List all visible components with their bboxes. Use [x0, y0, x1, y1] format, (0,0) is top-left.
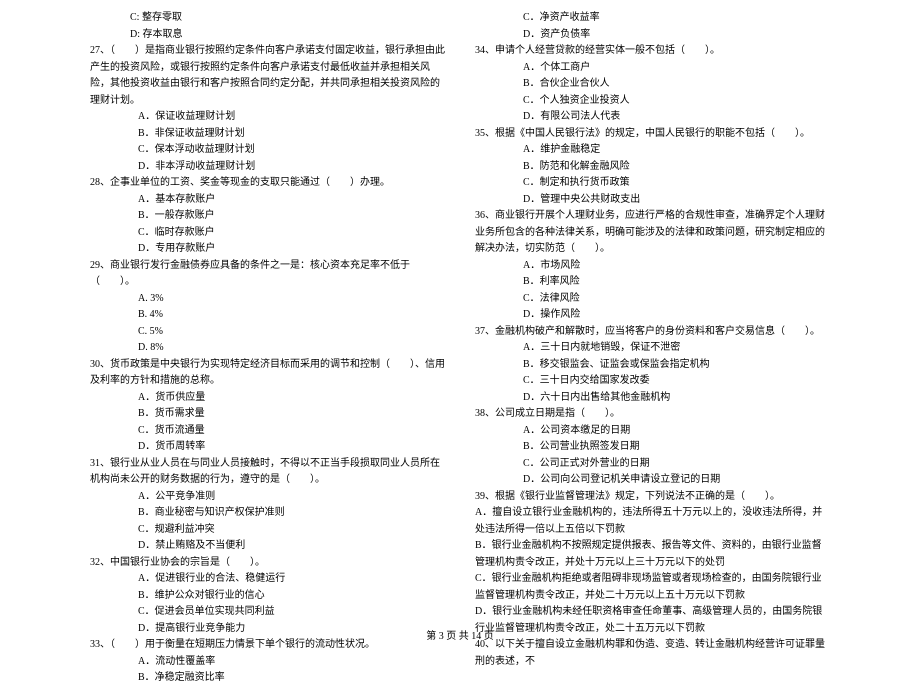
- option-text: C. 5%: [90, 324, 445, 341]
- option-text: C．法律风险: [475, 291, 830, 308]
- option-text: B．合伙企业合伙人: [475, 76, 830, 93]
- option-text: D．非本浮动收益理财计划: [90, 159, 445, 176]
- option-text: B. 4%: [90, 307, 445, 324]
- option-text: B．维护公众对银行业的信心: [90, 588, 445, 605]
- option-text: A．促进银行业的合法、稳健运行: [90, 571, 445, 588]
- option-text: D．六十日内出售给其他金融机构: [475, 390, 830, 407]
- option-text: C: 整存零取: [90, 10, 445, 27]
- option-text: A．维护金融稳定: [475, 142, 830, 159]
- option-text: B．商业秘密与知识产权保护准则: [90, 505, 445, 522]
- option-text: B．非保证收益理财计划: [90, 126, 445, 143]
- option-text: A．个体工商户: [475, 60, 830, 77]
- option-text: B．净稳定融资比率: [90, 670, 445, 687]
- option-text: B．货币需求量: [90, 406, 445, 423]
- question-37: 37、金融机构破产和解散时，应当将客户的身份资料和客户交易信息（ ）。: [475, 324, 830, 341]
- option-text: B．利率风险: [475, 274, 830, 291]
- option-text: A．流动性覆盖率: [90, 654, 445, 671]
- option-text: C．个人独资企业投资人: [475, 93, 830, 110]
- question-34: 34、申请个人经营贷款的经营实体一般不包括（ ）。: [475, 43, 830, 60]
- option-text: D．资产负债率: [475, 27, 830, 44]
- option-text: C．公司正式对外营业的日期: [475, 456, 830, 473]
- option-text: C．三十日内交给国家发改委: [475, 373, 830, 390]
- option-text: D. 8%: [90, 340, 445, 357]
- option-text: C．货币流通量: [90, 423, 445, 440]
- question-27: 27、（ ）是指商业银行按照约定条件向客户承诺支付固定收益，银行承担由此产生的投…: [90, 43, 445, 109]
- option-text: D．操作风险: [475, 307, 830, 324]
- option-text: D．有限公司法人代表: [475, 109, 830, 126]
- option-text: C．保本浮动收益理财计划: [90, 142, 445, 159]
- option-text: D．货币周转率: [90, 439, 445, 456]
- option-text: C．临时存款账户: [90, 225, 445, 242]
- option-text: D．禁止贿赂及不当便利: [90, 538, 445, 555]
- option-text: A．基本存款账户: [90, 192, 445, 209]
- option-text: B．公司营业执照签发日期: [475, 439, 830, 456]
- option-text: A．市场风险: [475, 258, 830, 275]
- option-text: C．银行业金融机构拒绝或者阻碍非现场监管或者现场检查的，由国务院银行业监督管理机…: [475, 571, 830, 604]
- option-text: C．促进会员单位实现共同利益: [90, 604, 445, 621]
- page-footer: 第 3 页 共 14 页: [0, 627, 920, 642]
- option-text: A．保证收益理财计划: [90, 109, 445, 126]
- option-text: D．公司向公司登记机关申请设立登记的日期: [475, 472, 830, 489]
- question-32: 32、中国银行业协会的宗旨是（ ）。: [90, 555, 445, 572]
- option-text: C．制定和执行货币政策: [475, 175, 830, 192]
- right-column: C．净资产收益率 D．资产负债率 34、申请个人经营贷款的经营实体一般不包括（ …: [475, 10, 830, 687]
- option-text: C．规避利益冲突: [90, 522, 445, 539]
- option-text: A．三十日内就地销毁，保证不泄密: [475, 340, 830, 357]
- option-text: D．管理中央公共财政支出: [475, 192, 830, 209]
- option-text: B．一般存款账户: [90, 208, 445, 225]
- option-text: A．公平竞争准则: [90, 489, 445, 506]
- question-36: 36、商业银行开展个人理财业务，应进行严格的合规性审查，准确界定个人理财业务所包…: [475, 208, 830, 258]
- option-text: A．公司资本缴足的日期: [475, 423, 830, 440]
- option-text: A．擅自设立银行业金融机构的，违法所得五十万元以上的，没收违法所得，并处违法所得…: [475, 505, 830, 538]
- option-text: B．移交银监会、证监会或保监会指定机构: [475, 357, 830, 374]
- question-28: 28、企事业单位的工资、奖金等现金的支取只能通过（ ）办理。: [90, 175, 445, 192]
- question-31: 31、银行业从业人员在与同业人员接触时，不得以不正当手段损取同业人员所在机构尚未…: [90, 456, 445, 489]
- question-39: 39、根据《银行业监督管理法》规定，下列说法不正确的是（ ）。: [475, 489, 830, 506]
- option-text: D: 存本取息: [90, 27, 445, 44]
- question-38: 38、公司成立日期是指（ ）。: [475, 406, 830, 423]
- option-text: A．货币供应量: [90, 390, 445, 407]
- option-text: A. 3%: [90, 291, 445, 308]
- option-text: C．净资产收益率: [475, 10, 830, 27]
- option-text: B．银行业金融机构不按照规定提供报表、报告等文件、资料的，由银行业监督管理机构责…: [475, 538, 830, 571]
- question-35: 35、根据《中国人民银行法》的规定，中国人民银行的职能不包括（ ）。: [475, 126, 830, 143]
- option-text: B．防范和化解金融风险: [475, 159, 830, 176]
- question-29: 29、商业银行发行金融债券应具备的条件之一是：核心资本充足率不低于（ ）。: [90, 258, 445, 291]
- left-column: C: 整存零取 D: 存本取息 27、（ ）是指商业银行按照约定条件向客户承诺支…: [90, 10, 445, 687]
- option-text: D．专用存款账户: [90, 241, 445, 258]
- question-30: 30、货币政策是中央银行为实现特定经济目标而采用的调节和控制（ ）、信用及利率的…: [90, 357, 445, 390]
